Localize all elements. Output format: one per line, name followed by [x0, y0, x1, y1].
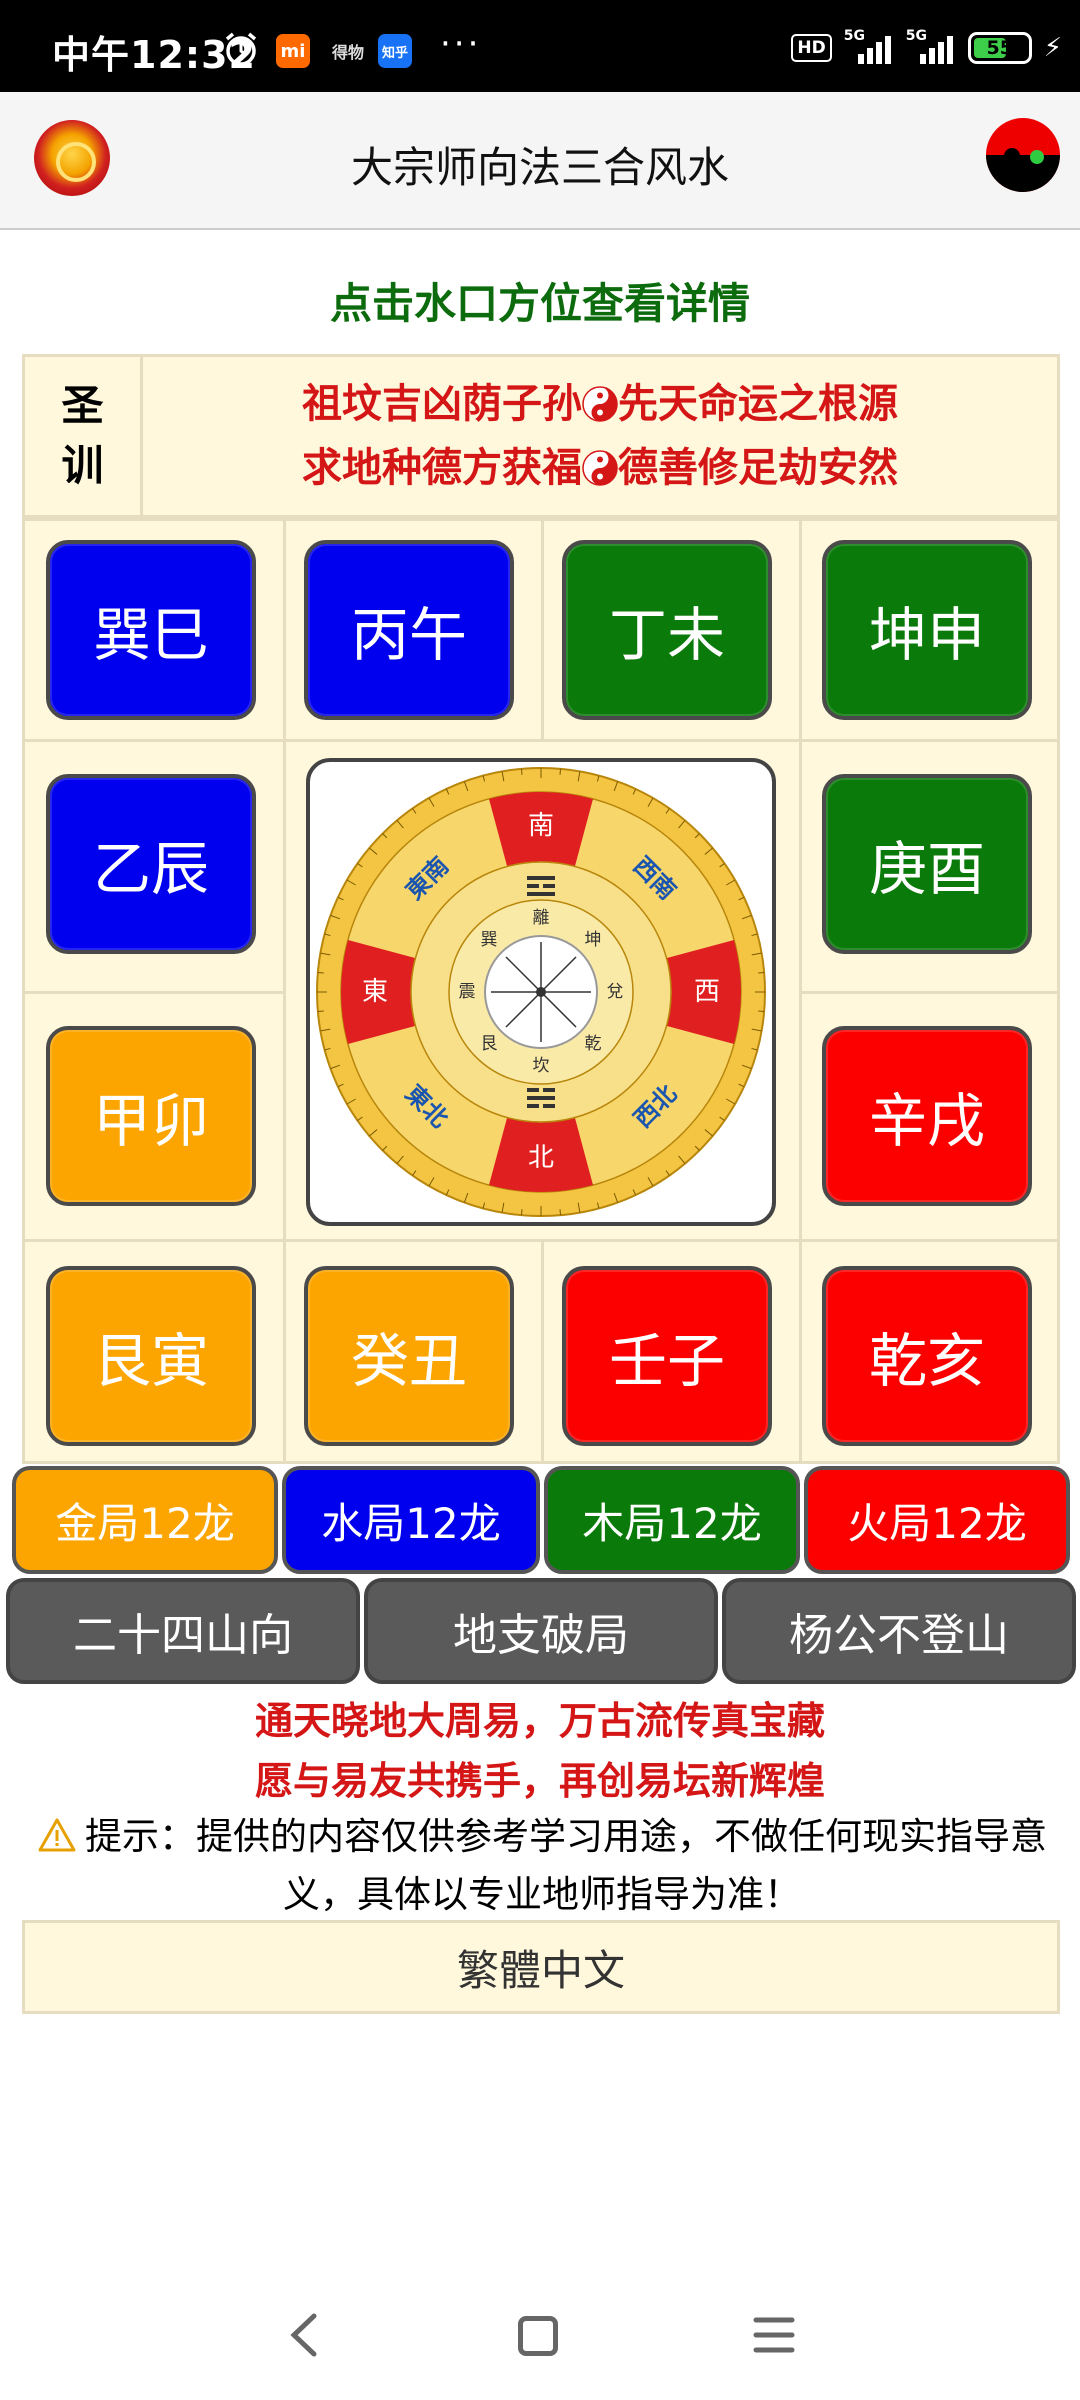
direction-button-xinxu[interactable]: 辛戌 [822, 1026, 1032, 1206]
compass-north: 北 [528, 1143, 554, 1173]
trigram-xun: 巽 [481, 930, 498, 950]
yin-yang-icon [582, 386, 618, 422]
compass-east: 東 [362, 977, 388, 1007]
direction-button-guichou[interactable]: 癸丑 [304, 1266, 514, 1446]
twenty-four-mountains-button[interactable]: 二十四山向 [6, 1578, 360, 1684]
charging-icon: ⚡ [1043, 33, 1062, 63]
disclaimer-tip: 提示：提供的内容仅供参考学习用途，不做任何现实指导意 义，具体以专业地师指导为准… [14, 1808, 1070, 1924]
mu-ju-button[interactable]: 木局12龙 [544, 1466, 800, 1574]
direction-button-gengyou[interactable]: 庚酉 [822, 774, 1032, 954]
instruction-text: 点击水口方位查看详情 [329, 279, 750, 328]
luopan-compass-icon: 南 北 東 西 東南 西南 東北 西北 離 坎 震 兌 巽 坤 艮 乾 [316, 767, 766, 1217]
mi-app-icon: mi [276, 34, 310, 68]
app-header: 大宗师向法三合风水 [0, 92, 1080, 230]
trigram-zhen: 震 [459, 982, 476, 1002]
compass-south: 南 [528, 811, 554, 841]
motto-panel: 圣 训 祖坟吉凶荫子孙 先天命运之根源 求地种德方获福 德善修足劫安然 [22, 354, 1060, 518]
direction-button-xunsi[interactable]: 巽巳 [46, 540, 256, 720]
direction-button-yichen[interactable]: 乙辰 [46, 774, 256, 954]
motto-label: 圣 训 [25, 357, 143, 515]
battery-icon: 55 [967, 32, 1032, 64]
yanggong-bu-dengshan-button[interactable]: 杨公不登山 [722, 1578, 1076, 1684]
trigram-qian: 乾 [585, 1034, 602, 1054]
traditional-chinese-button[interactable]: 繁體中文 [22, 1920, 1060, 2014]
trigram-kan: 坎 [533, 1056, 550, 1076]
jin-ju-button[interactable]: 金局12龙 [12, 1466, 278, 1574]
dizhi-poju-button[interactable]: 地支破局 [364, 1578, 718, 1684]
verse-line-2: 愿与易友共携手，再创易坛新辉煌 [254, 1759, 825, 1803]
system-nav-bar [0, 2290, 1080, 2380]
huo-ju-button[interactable]: 火局12龙 [804, 1466, 1070, 1574]
verse-line-1: 通天晓地大周易，万古流传真宝藏 [254, 1699, 825, 1743]
trigram-li: 離 [533, 908, 550, 928]
shui-ju-button[interactable]: 水局12龙 [282, 1466, 540, 1574]
signal-icon-1: 5G [844, 28, 894, 64]
zhihu-app-icon: 知乎 [378, 34, 412, 68]
back-icon[interactable] [286, 2312, 322, 2358]
compass-image: 南 北 東 西 東南 西南 東北 西北 離 坎 震 兌 巽 坤 艮 乾 [306, 758, 776, 1226]
yin-yang-icon[interactable] [986, 118, 1060, 192]
page-title: 大宗师向法三合风水 [350, 143, 729, 192]
home-icon[interactable] [518, 2316, 558, 2356]
trigram-dui: 兌 [607, 982, 624, 1002]
direction-button-qianhai[interactable]: 乾亥 [822, 1266, 1032, 1446]
dewu-app-icon: 得物 [331, 43, 364, 62]
yin-yang-icon [582, 450, 618, 486]
more-notifications-icon: ··· [440, 24, 482, 64]
direction-button-jiamao[interactable]: 甲卯 [46, 1026, 256, 1206]
signal-icon-2: 5G [906, 28, 956, 64]
direction-button-kunshen[interactable]: 坤申 [822, 540, 1032, 720]
direction-button-genyin[interactable]: 艮寅 [46, 1266, 256, 1446]
compass-west: 西 [694, 977, 720, 1007]
hd-voice-icon: HD [791, 34, 832, 62]
trigram-gen: 艮 [481, 1034, 498, 1054]
status-bar: 中午12:32 mi 得物 知乎 ··· HD 5G 5G 55 ⚡ [0, 0, 1080, 92]
motto-text: 祖坟吉凶荫子孙 先天命运之根源 求地种德方获福 德善修足劫安然 [302, 381, 898, 491]
direction-button-bingwu[interactable]: 丙午 [304, 540, 514, 720]
alarm-icon [225, 32, 257, 66]
direction-button-renzi[interactable]: 壬子 [562, 1266, 772, 1446]
direction-button-dingwei[interactable]: 丁未 [562, 540, 772, 720]
menu-icon[interactable] [752, 2314, 796, 2356]
trigram-kun: 坤 [585, 930, 602, 950]
warning-icon [38, 1818, 76, 1852]
